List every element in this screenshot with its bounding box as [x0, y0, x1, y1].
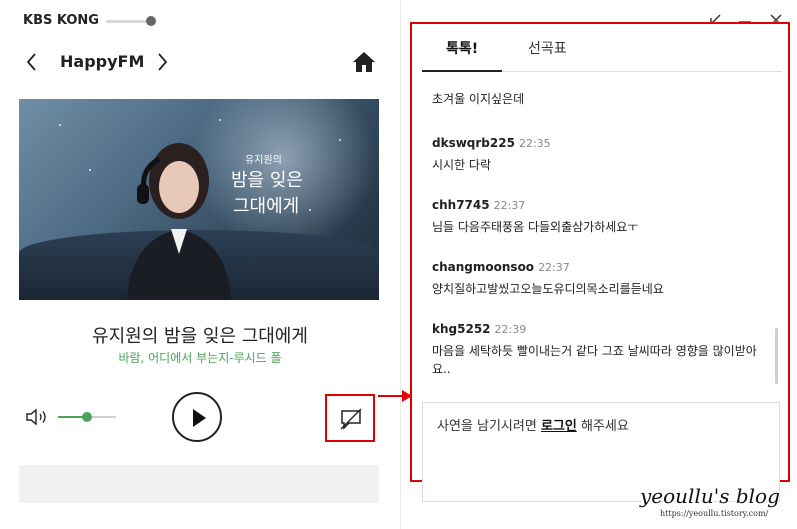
input-suffix: 해주세요	[576, 419, 629, 434]
chat-message-list: 초겨울 이지싶은데 dkswqrb225 22:35 시시한 다락 chh7745…	[432, 84, 772, 384]
banner-caption-line2: 그대에게	[233, 196, 300, 217]
active-tab-underline	[422, 70, 502, 72]
chat-message: dkswqrb225 22:35 시시한 다락	[432, 132, 762, 174]
chat-message: khg5252 22:39 마음을 세탁하듯 빨이내는거 같다 그죠 날씨따라 영…	[432, 318, 762, 378]
host-photo	[127, 143, 231, 300]
input-prefix: 사연을 남기시려면	[437, 419, 541, 434]
top-slider[interactable]	[106, 16, 156, 26]
top-slider-knob[interactable]	[146, 16, 156, 26]
chat-message: 초겨울 이지싶은데	[432, 90, 762, 108]
chat-message: changmoonsoo 22:37 양치질하고발씼고오늘도유디의목소리를듣네요	[432, 256, 762, 298]
next-channel-button[interactable]	[154, 50, 170, 74]
app-brand: KBS KONG	[23, 13, 99, 28]
previous-channel-button[interactable]	[24, 50, 40, 74]
speaker-icon	[26, 408, 46, 426]
message-text: 마음을 세탁하듯 빨이내는거 같다 그죠 날씨따라 영향을 많이받아요..	[432, 344, 757, 376]
chat-panel: 톡톡! 선곡표 초겨울 이지싶은데 dkswqrb225 22:35 시시한 다락…	[410, 22, 790, 502]
play-button[interactable]	[172, 392, 222, 442]
tab-talk[interactable]: 톡톡!	[446, 38, 478, 58]
chevron-right-icon	[158, 53, 168, 71]
channel-name: HappyFM	[60, 52, 145, 71]
message-text: 님들 다음주태풍옴 다들외출삼가하세요ㅜ	[432, 220, 639, 234]
annotation-arrow-icon	[378, 390, 412, 402]
message-user: khg5252	[432, 322, 491, 336]
program-title: 유지원의 밤을 잊은 그대에게	[92, 326, 308, 347]
volume-knob[interactable]	[82, 412, 92, 422]
message-time: 22:39	[494, 323, 527, 336]
message-user: changmoonsoo	[432, 260, 535, 274]
message-text: 초겨울 이지싶은데	[432, 92, 525, 106]
blog-watermark-url: https://yeoullu.tistory.com/	[660, 509, 769, 518]
volume-slider[interactable]	[58, 412, 116, 422]
message-user: chh7745	[432, 198, 490, 212]
message-time: 22:35	[518, 137, 551, 150]
play-icon	[193, 409, 206, 427]
message-time: 22:37	[493, 199, 526, 212]
banner-caption-small: 유지원의	[245, 155, 282, 166]
message-user: dkswqrb225	[432, 136, 515, 150]
volume-button[interactable]	[25, 408, 51, 426]
tab-playlist[interactable]: 선곡표	[528, 38, 567, 58]
program-banner-image: 유지원의 밤을 잊은 그대에게	[19, 99, 379, 300]
blog-watermark: yeoullu's blog	[640, 484, 780, 508]
chat-toggle-button[interactable]	[325, 394, 375, 442]
login-link[interactable]: 로그인	[541, 419, 577, 434]
chat-scrollbar[interactable]	[775, 328, 778, 384]
bottom-bar	[19, 465, 379, 503]
banner-caption-line1: 밤을 잊은	[231, 170, 303, 191]
message-time: 22:37	[538, 261, 570, 274]
home-icon	[353, 52, 375, 72]
message-text: 시시한 다락	[432, 158, 492, 172]
home-button[interactable]	[352, 50, 376, 74]
now-playing-song: 바람, 어디에서 부는지-루시드 폴	[118, 351, 282, 365]
chat-input-placeholder: 사연을 남기시려면 로그인 해주세요	[437, 415, 629, 434]
chat-bubble-icon	[340, 408, 362, 430]
chevron-left-icon	[26, 53, 36, 71]
message-text: 양치질하고발씼고오늘도유디의목소리를듣네요	[432, 282, 664, 296]
player-panel: KBS KONG HappyFM 유지원의 밤을 잊은 그대에게 유지원의 밤을…	[0, 0, 400, 529]
panel-divider	[400, 0, 401, 529]
chat-message: chh7745 22:37 님들 다음주태풍옴 다들외출삼가하세요ㅜ	[432, 194, 762, 236]
chat-tabs: 톡톡! 선곡표	[422, 36, 782, 72]
banner-caption: 유지원의 밤을 잊은 그대에게	[231, 151, 303, 218]
